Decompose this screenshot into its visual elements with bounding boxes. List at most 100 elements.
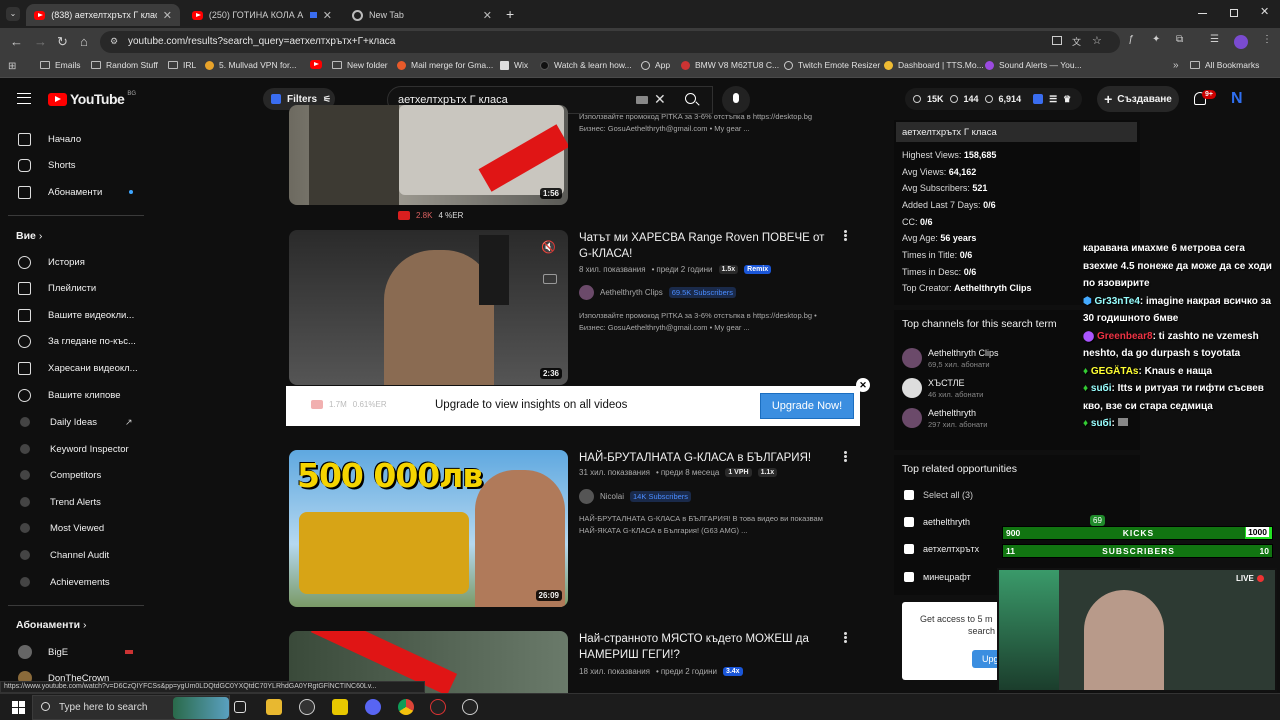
- new-tab-button[interactable]: +: [506, 6, 514, 22]
- youtube-logo[interactable]: YouTube BG: [48, 91, 136, 107]
- bookmark-star-icon[interactable]: ☆: [1092, 34, 1102, 47]
- bookmark-dashboard[interactable]: Dashboard | TTS.Mo...: [884, 60, 984, 70]
- video-channel[interactable]: Nicolai 14K Subscribers: [579, 489, 692, 504]
- keyboard-icon[interactable]: [636, 96, 648, 104]
- close-tab-icon[interactable]: ✕: [163, 9, 172, 22]
- opportunity-checkbox[interactable]: минецрафт: [904, 572, 971, 582]
- back-icon[interactable]: ←: [10, 34, 23, 49]
- trophy-icon[interactable]: ♛: [1063, 94, 1071, 105]
- bookmark-irl[interactable]: IRL: [168, 60, 196, 70]
- search-button[interactable]: [673, 86, 713, 114]
- sidebar-item-channel-audit[interactable]: Channel Audit: [0, 542, 150, 568]
- bookmark-new-folder[interactable]: New folder: [332, 60, 388, 70]
- list-icon[interactable]: ☰: [1049, 94, 1057, 105]
- minimize-window-icon[interactable]: [1198, 13, 1207, 14]
- task-view-icon[interactable]: [234, 701, 246, 713]
- reading-list-icon[interactable]: ☰: [1210, 34, 1219, 45]
- bookmark-twitch-emote[interactable]: Twitch Emote Resizer: [784, 60, 880, 70]
- bookmark-app[interactable]: App: [641, 60, 670, 70]
- bookmark-emails[interactable]: Emails: [40, 60, 81, 70]
- file-explorer-icon[interactable]: [266, 699, 282, 715]
- video-title[interactable]: Най-странното МЯСТО където МОЖЕШ да НАМЕ…: [579, 631, 834, 663]
- mute-icon[interactable]: 🔇: [541, 240, 556, 254]
- video-thumbnail[interactable]: 500 000лв 26:09: [289, 450, 568, 607]
- sidebar-item-liked-videos[interactable]: Харесани видеокл...: [0, 355, 150, 381]
- sidebar-item-history[interactable]: История: [0, 249, 150, 275]
- sidebar-item-keyword-inspector[interactable]: Keyword Inspector: [0, 436, 150, 462]
- upgrade-now-button[interactable]: Upgrade Now!: [760, 393, 854, 419]
- home-icon[interactable]: ⌂: [80, 34, 88, 49]
- site-info-icon[interactable]: ⚙: [110, 36, 118, 47]
- bookmark-sound-alerts[interactable]: Sound Alerts — You...: [985, 60, 1082, 70]
- sidebar-sub-bige[interactable]: BigE: [0, 639, 150, 665]
- install-icon[interactable]: [1052, 36, 1062, 45]
- sidebar-item-playlists[interactable]: Плейлисти: [0, 275, 150, 301]
- obs-icon[interactable]: [299, 699, 315, 715]
- bookmark-mail-merge[interactable]: Mail merge for Gma...: [397, 60, 493, 70]
- video-title[interactable]: НАЙ-БРУТАЛНАТА G-КЛАСА в БЪЛГАРИЯ!: [579, 450, 834, 466]
- extension-leaf-icon[interactable]: ✦: [1152, 34, 1160, 45]
- apps-grid-icon[interactable]: ⊞: [8, 61, 16, 72]
- create-button[interactable]: + Създаване: [1097, 86, 1179, 112]
- chrome-menu-icon[interactable]: ⋮: [1262, 34, 1272, 45]
- menu-icon[interactable]: [17, 93, 31, 104]
- remix-chip[interactable]: Remix: [744, 265, 772, 274]
- discord-icon[interactable]: [365, 699, 381, 715]
- reload-icon[interactable]: ↻: [57, 34, 68, 50]
- video-thumbnail[interactable]: 🔇 2:36: [289, 230, 568, 385]
- all-bookmarks[interactable]: All Bookmarks: [1190, 60, 1259, 70]
- sidebar-item-achievements[interactable]: Achievements: [0, 569, 150, 595]
- extension-f-icon[interactable]: ƒ: [1128, 34, 1134, 45]
- video-menu-icon[interactable]: [844, 632, 847, 643]
- chrome-icon[interactable]: [398, 699, 414, 715]
- close-banner-icon[interactable]: ✕: [856, 378, 870, 392]
- sidebar-item-trend-alerts[interactable]: Trend Alerts: [0, 489, 150, 515]
- clear-search-icon[interactable]: ✕: [654, 91, 666, 108]
- translate-icon[interactable]: 文: [1072, 35, 1081, 48]
- video-channel[interactable]: Aethelthryth Clips 69.5K Subscribers: [579, 285, 736, 300]
- close-tab-icon[interactable]: ✕: [323, 9, 332, 22]
- close-window-icon[interactable]: ✕: [1260, 5, 1269, 18]
- bookmark-mullvad[interactable]: 5. Mullvad VPN for...: [205, 60, 296, 70]
- restore-window-icon[interactable]: [1230, 9, 1238, 17]
- sidebar-item-your-videos[interactable]: Вашите видеокли...: [0, 302, 150, 328]
- video-thumbnail[interactable]: 1:56: [289, 105, 568, 205]
- address-bar[interactable]: ⚙ youtube.com/results?search_query=аетхе…: [100, 31, 1120, 53]
- sidebar-item-subscriptions[interactable]: Абонаменти: [0, 179, 150, 205]
- taskbar-search-input[interactable]: Type here to search: [32, 695, 230, 720]
- logitech-icon[interactable]: [462, 699, 478, 715]
- sidebar-subscriptions-heading[interactable]: Абонаменти ›: [16, 619, 87, 631]
- extensions-puzzle-icon[interactable]: ⧉: [1176, 34, 1183, 45]
- video-title[interactable]: Чатът ми ХАРЕСВА Range Roven ПОВЕЧЕ от G…: [579, 230, 834, 262]
- clock-app-icon[interactable]: [430, 699, 446, 715]
- account-avatar[interactable]: N: [1231, 90, 1243, 108]
- opportunity-checkbox[interactable]: аетхелтхрътх: [904, 544, 979, 554]
- windows-start-icon[interactable]: [12, 701, 25, 714]
- sidebar-item-watch-later[interactable]: За гледане по-къс...: [0, 328, 150, 354]
- voice-search-button[interactable]: [722, 86, 750, 114]
- close-tab-icon[interactable]: ✕: [483, 9, 492, 22]
- profile-avatar[interactable]: [1234, 35, 1248, 49]
- captions-icon[interactable]: [543, 274, 557, 284]
- bookmark-watch-learn[interactable]: Watch & learn how...: [540, 60, 632, 70]
- top-channel-item[interactable]: ХЪСТЛЕ 46 хил. абонати: [902, 378, 983, 399]
- browser-tab-1[interactable]: (838) аетхелтхрътх Г класа - Yo ✕: [26, 4, 180, 26]
- sidebar-you-heading[interactable]: Вие ›: [16, 230, 42, 242]
- forward-icon[interactable]: →: [34, 34, 47, 49]
- bookmark-random-stuff[interactable]: Random Stuff: [91, 60, 158, 70]
- bookmark-wix[interactable]: Wix: [500, 60, 528, 70]
- browser-tab-2[interactable]: (250) ГОТИНА КОЛА АВТО ✕: [184, 4, 340, 26]
- more-bookmarks-icon[interactable]: »: [1173, 60, 1179, 71]
- top-channel-item[interactable]: Aethelthryth Clips 69,5 хил. абонати: [902, 348, 999, 369]
- video-menu-icon[interactable]: [844, 230, 847, 241]
- extension-icon[interactable]: [1033, 94, 1044, 104]
- bookmark-bmw[interactable]: BMW V8 M62TU8 C...: [681, 60, 779, 70]
- sidebar-item-your-clips[interactable]: Вашите клипове: [0, 382, 150, 408]
- sticky-notes-icon[interactable]: [332, 699, 348, 715]
- opportunity-checkbox[interactable]: aethelthryth: [904, 517, 970, 527]
- top-channel-item[interactable]: Aethelthryth 297 хил. абонати: [902, 408, 988, 429]
- select-all-checkbox[interactable]: Select all (3): [904, 490, 973, 500]
- sidebar-item-home[interactable]: Начало: [0, 126, 150, 152]
- bookmark-youtube[interactable]: [310, 60, 322, 69]
- sidebar-item-daily-ideas[interactable]: Daily Ideas ↗: [0, 409, 150, 435]
